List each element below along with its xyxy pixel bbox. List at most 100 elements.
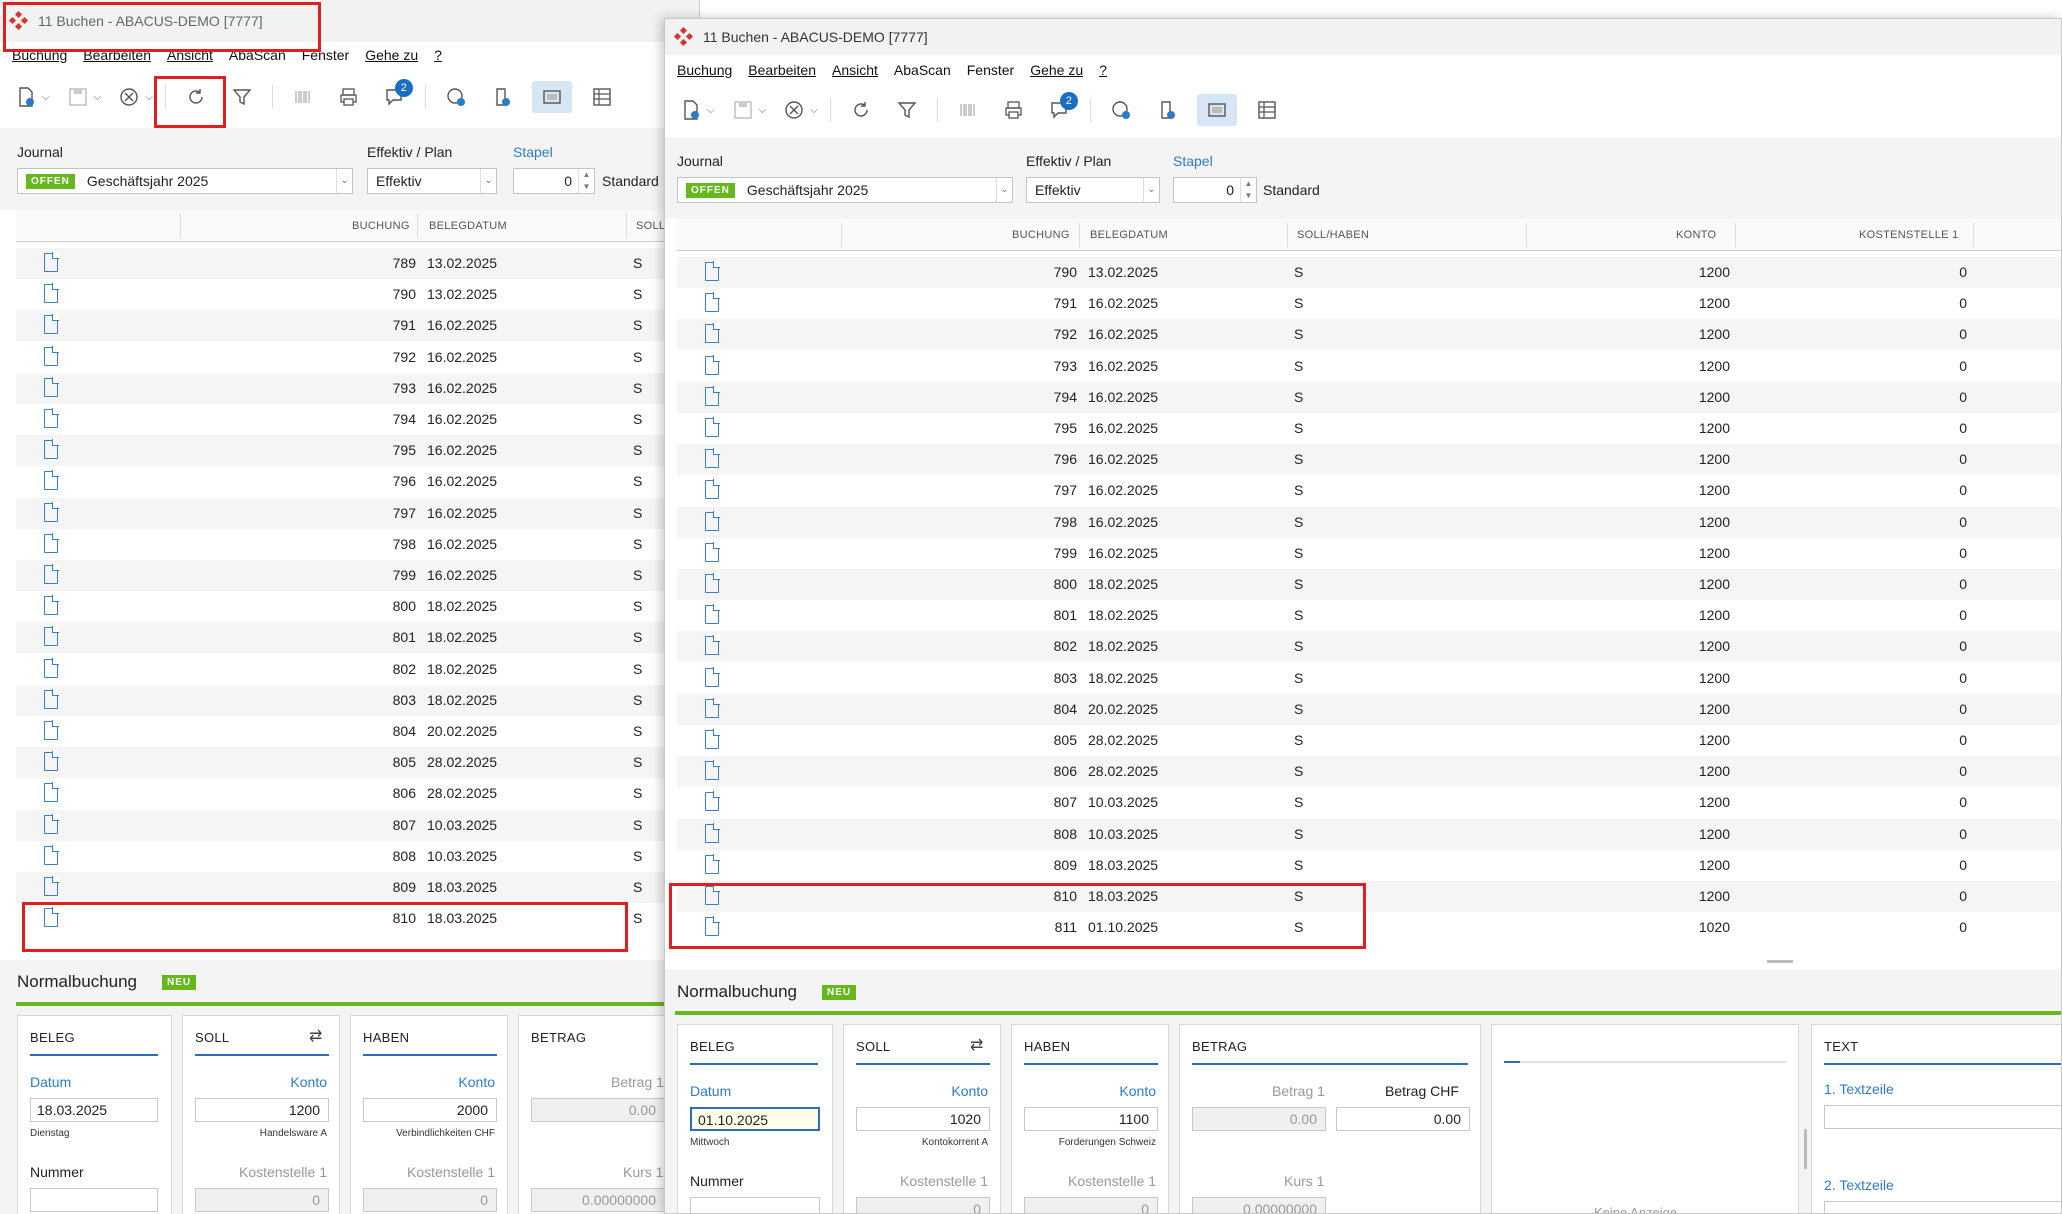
- document-icon[interactable]: [44, 657, 59, 678]
- chevron-down-icon[interactable]: ⌵: [759, 105, 767, 116]
- document-icon[interactable]: [705, 385, 720, 406]
- table-row[interactable]: 796 16.02.2025 S: [16, 466, 699, 497]
- document-icon[interactable]: [44, 844, 59, 865]
- table-row[interactable]: 798 16.02.2025 S: [16, 529, 699, 560]
- textzeile1-field[interactable]: [1824, 1105, 2061, 1129]
- notes-icon[interactable]: 2: [379, 79, 413, 113]
- document-icon[interactable]: [705, 573, 720, 593]
- document-icon[interactable]: [705, 604, 720, 625]
- save-icon[interactable]: [62, 81, 94, 113]
- document-icon[interactable]: [705, 510, 720, 531]
- haben-kostenstelle-field[interactable]: 0: [1024, 1197, 1158, 1213]
- stapel-link[interactable]: Stapel: [513, 144, 553, 160]
- nummer-field[interactable]: [30, 1188, 158, 1212]
- konto-link[interactable]: Konto: [458, 1074, 495, 1090]
- document-icon[interactable]: [44, 501, 59, 522]
- chevron-down-icon[interactable]: ⌵: [145, 92, 153, 103]
- stepper-icon[interactable]: ▲ ▼: [1240, 178, 1256, 202]
- document-icon[interactable]: [44, 720, 59, 740]
- document-icon[interactable]: [705, 479, 720, 500]
- chevron-down-icon[interactable]: ⌵: [42, 92, 50, 103]
- chevron-down-icon[interactable]: ⌵: [707, 105, 715, 116]
- haben-kostenstelle-field[interactable]: 0: [363, 1188, 497, 1212]
- table-row[interactable]: 795 16.02.2025 S: [16, 435, 699, 467]
- table-row[interactable]: 803 18.02.2025 S 1200 0: [677, 663, 2061, 694]
- splitter-handle[interactable]: [1767, 960, 1793, 963]
- notes-icon[interactable]: 2: [1044, 92, 1078, 126]
- document-icon[interactable]: [44, 688, 59, 709]
- document-icon[interactable]: [705, 729, 720, 749]
- filter-icon[interactable]: [891, 94, 923, 126]
- table-row[interactable]: 797 16.02.2025 S: [16, 497, 699, 529]
- chevron-down-icon[interactable]: ⌄: [336, 169, 352, 193]
- kurs-field[interactable]: 0.00000000: [531, 1188, 665, 1212]
- document-icon[interactable]: [44, 283, 59, 304]
- col-konto[interactable]: KONTO: [1676, 229, 1716, 241]
- document-icon[interactable]: [705, 853, 720, 874]
- table-row[interactable]: 799 16.02.2025 S: [16, 560, 699, 591]
- datum-field[interactable]: 01.10.2025: [690, 1107, 820, 1131]
- table-row[interactable]: 803 18.02.2025 S: [16, 684, 699, 716]
- journal-select[interactable]: OFFEN Geschäftsjahr 2025 ⌄: [677, 177, 1013, 203]
- panel-splitter[interactable]: [1804, 1129, 1807, 1169]
- menu-gehe-zu[interactable]: Gehe zu: [365, 47, 418, 63]
- soll-kostenstelle-field[interactable]: 0: [856, 1197, 990, 1213]
- table-row[interactable]: 794 16.02.2025 S 1200 0: [677, 381, 2061, 413]
- col-soll[interactable]: SOLL: [636, 220, 665, 232]
- menu-help[interactable]: ?: [434, 47, 442, 63]
- document-icon[interactable]: [44, 532, 59, 553]
- document-icon[interactable]: [705, 697, 720, 718]
- cancel-icon[interactable]: [113, 81, 145, 113]
- effektiv-select[interactable]: Effektiv ⌄: [367, 168, 497, 194]
- haben-konto-field[interactable]: 1100: [1024, 1107, 1158, 1131]
- table-row[interactable]: 792 16.02.2025 S: [16, 342, 699, 373]
- betrag1-field[interactable]: 0.00: [531, 1098, 665, 1122]
- col-belegdatum[interactable]: BELEGDATUM: [1090, 229, 1168, 241]
- document-icon[interactable]: [705, 666, 720, 687]
- table-row[interactable]: 809 18.03.2025 S 1200 0: [677, 850, 2061, 881]
- stepper-icon[interactable]: ▲ ▼: [578, 169, 594, 193]
- table-row[interactable]: 807 10.03.2025 S: [16, 809, 699, 841]
- table-row[interactable]: 799 16.02.2025 S 1200 0: [677, 538, 2061, 569]
- textzeile1-link[interactable]: 1. Textzeile: [1824, 1081, 1894, 1097]
- soll-kostenstelle-field[interactable]: 0: [195, 1188, 329, 1212]
- table-row[interactable]: 801 18.02.2025 S 1200 0: [677, 600, 2061, 631]
- table-row[interactable]: 793 16.02.2025 S: [16, 372, 699, 404]
- menu-abascan[interactable]: AbaScan: [894, 62, 951, 78]
- attachment-icon[interactable]: [486, 81, 518, 113]
- chat-add-icon[interactable]: [440, 81, 472, 113]
- window-view-icon[interactable]: [1196, 94, 1237, 126]
- menu-gehe-zu[interactable]: Gehe zu: [1030, 62, 1083, 78]
- new-document-icon[interactable]: [675, 94, 707, 126]
- filter-icon[interactable]: [226, 81, 258, 113]
- refresh-icon[interactable]: [845, 94, 877, 126]
- save-icon[interactable]: [727, 94, 759, 126]
- table-view-icon[interactable]: [1251, 94, 1283, 126]
- print-icon[interactable]: [998, 94, 1030, 126]
- table-row[interactable]: 808 10.03.2025 S: [16, 841, 699, 872]
- document-icon[interactable]: [44, 345, 59, 366]
- textzeile2-link[interactable]: 2. Textzeile: [1824, 1177, 1894, 1193]
- datum-field[interactable]: 18.03.2025: [30, 1098, 158, 1122]
- table-row[interactable]: 804 20.02.2025 S 1200 0: [677, 693, 2061, 725]
- chevron-down-icon[interactable]: ⌄: [996, 178, 1012, 202]
- menu-bearbeiten[interactable]: Bearbeiten: [748, 62, 816, 78]
- betrag-chf-field[interactable]: 0.00: [1336, 1107, 1470, 1131]
- table-row[interactable]: 801 18.02.2025 S: [16, 622, 699, 654]
- col-kostenstelle[interactable]: KOSTENSTELLE 1: [1859, 229, 1959, 241]
- konto-link[interactable]: Konto: [951, 1083, 988, 1099]
- col-soll-haben[interactable]: SOLL/HABEN: [1297, 229, 1369, 241]
- document-icon[interactable]: [705, 760, 720, 781]
- document-icon[interactable]: [44, 626, 59, 647]
- stapel-stepper[interactable]: 0 ▲ ▼: [513, 168, 595, 194]
- table-row[interactable]: 802 18.02.2025 S: [16, 654, 699, 685]
- table-row[interactable]: 802 18.02.2025 S 1200 0: [677, 631, 2061, 663]
- table-row[interactable]: 797 16.02.2025 S 1200 0: [677, 475, 2061, 506]
- table-row[interactable]: 806 28.02.2025 S 1200 0: [677, 756, 2061, 788]
- document-icon[interactable]: [44, 813, 59, 834]
- menu-buchung[interactable]: Buchung: [677, 62, 732, 78]
- document-icon[interactable]: [705, 635, 720, 656]
- swap-icon[interactable]: ⇄: [309, 1026, 322, 1046]
- swap-icon[interactable]: ⇄: [970, 1035, 983, 1055]
- table-row[interactable]: 789 13.02.2025 S: [16, 248, 699, 279]
